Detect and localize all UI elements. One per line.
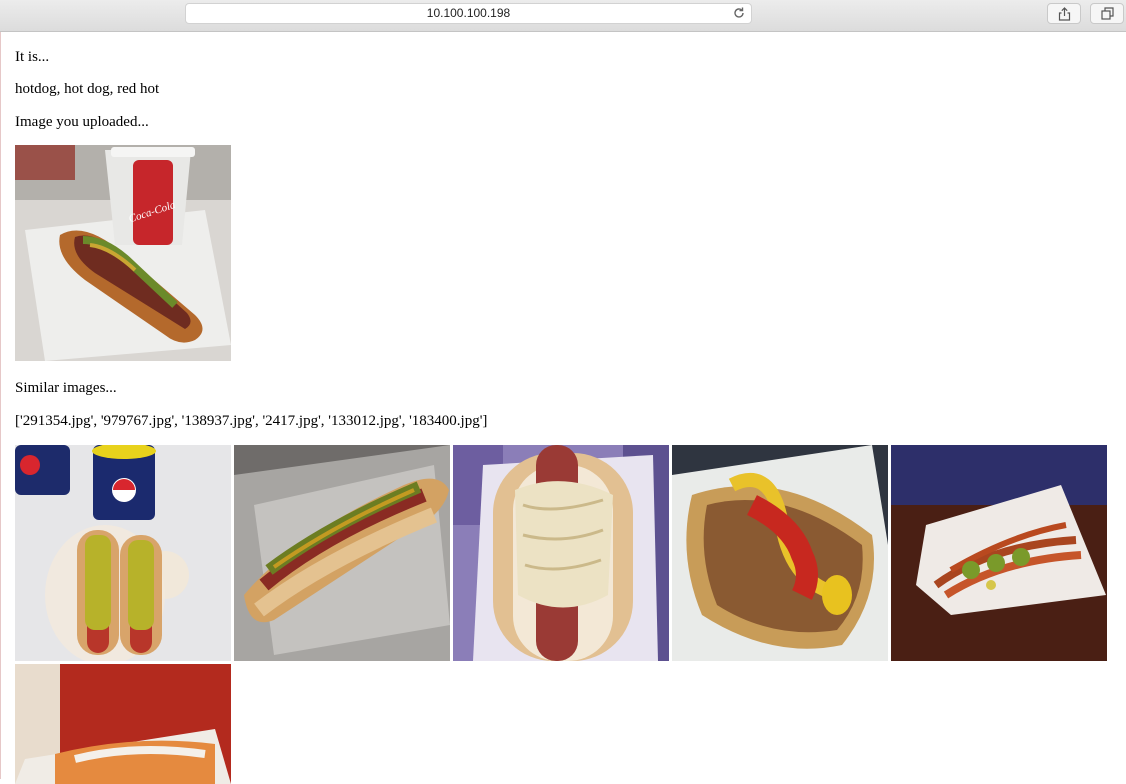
address-bar[interactable]: 10.100.100.198 bbox=[185, 3, 752, 24]
share-icon bbox=[1058, 7, 1071, 21]
uploaded-heading: Image you uploaded... bbox=[15, 114, 149, 130]
show-tabs-button[interactable] bbox=[1090, 3, 1124, 24]
address-text: 10.100.100.198 bbox=[426, 6, 511, 20]
similar-image-5 bbox=[891, 445, 1107, 661]
browser-toolbar: 10.100.100.198 bbox=[0, 0, 1126, 32]
share-button[interactable] bbox=[1047, 3, 1081, 24]
uploaded-image: Coca-Cola bbox=[15, 145, 231, 361]
similar-image-3 bbox=[453, 445, 669, 661]
prediction-text: hotdog, hot dog, red hot bbox=[15, 81, 160, 97]
similar-heading: Similar images... bbox=[15, 380, 117, 396]
similar-image-4 bbox=[672, 445, 888, 661]
intro-text: It is... bbox=[15, 49, 50, 65]
window-edge bbox=[0, 32, 1, 779]
similar-image-6 bbox=[15, 664, 231, 784]
reload-icon[interactable] bbox=[732, 6, 746, 20]
similar-files-list: ['291354.jpg', '979767.jpg', '138937.jpg… bbox=[15, 413, 488, 429]
tabs-icon bbox=[1101, 7, 1114, 20]
similar-image-1 bbox=[15, 445, 231, 661]
similar-image-2 bbox=[234, 445, 450, 661]
